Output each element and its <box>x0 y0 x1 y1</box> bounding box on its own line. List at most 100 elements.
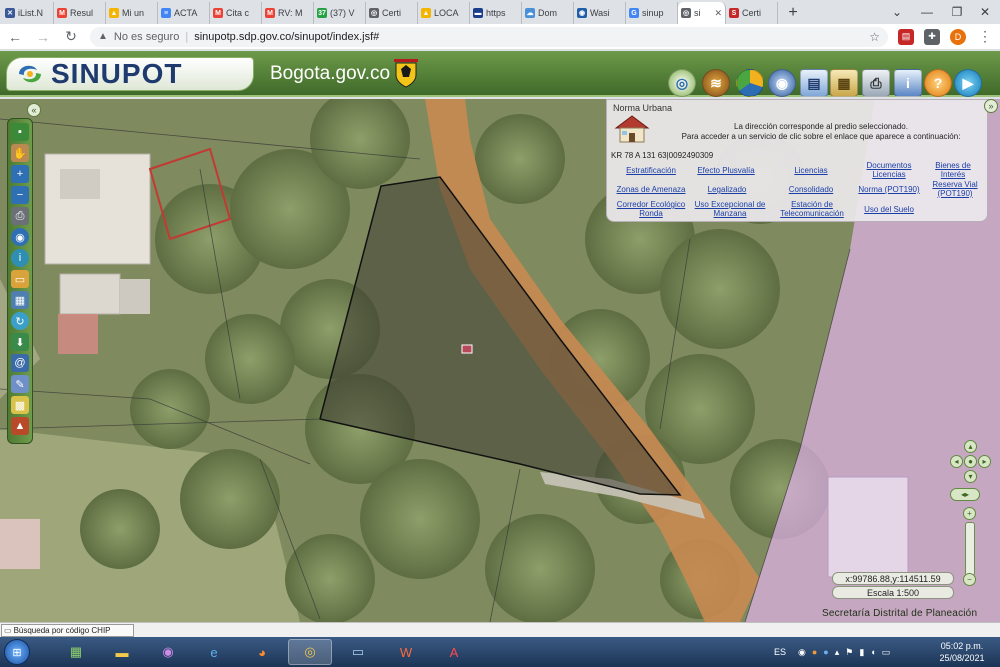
url-omnibox[interactable]: ▲ No es seguro | sinupotp.sdp.gov.co/sin… <box>90 26 888 47</box>
maximize-icon[interactable]: ❐ <box>942 0 972 24</box>
email-icon[interactable]: @ <box>11 354 29 372</box>
bogota-portal-link[interactable]: Bogota.gov.co <box>270 63 390 85</box>
legend-icon[interactable]: ▲ <box>11 417 29 435</box>
extensions-puzzle-icon[interactable]: ✚ <box>924 28 940 45</box>
profile-avatar[interactable]: D <box>950 28 966 45</box>
taskbar-explorer-icon[interactable]: ▬ <box>100 639 144 665</box>
zoom-in-button-icon[interactable]: + <box>963 507 976 520</box>
overview-map-icon[interactable]: ▩ <box>11 396 29 414</box>
link-reserva-vial[interactable]: Reserva Vial (POT190) <box>927 180 983 198</box>
link-bienes-interes[interactable]: Bienes de Interés <box>927 161 979 179</box>
link-documentos-licencias[interactable]: Documentos Licencias <box>857 161 921 179</box>
zoom-in-icon[interactable]: + <box>11 165 29 183</box>
taskbar-media-icon[interactable]: ◉ <box>146 639 190 665</box>
browser-tab[interactable]: S Certi <box>726 2 778 24</box>
taskbar-ie-icon[interactable]: e <box>192 639 236 665</box>
taskbar-acrobat-icon[interactable]: A <box>432 639 476 665</box>
tray-network-icon[interactable]: ▮ <box>859 647 864 658</box>
tray-app-icon[interactable]: ◉ <box>798 647 806 658</box>
browser-tab[interactable]: ▬ https <box>470 2 522 24</box>
browser-tab[interactable]: M Cita c <box>210 2 262 24</box>
tray-volume-icon[interactable]: ◖ <box>870 647 875 657</box>
browser-tab[interactable]: ≡ ACTA <box>158 2 210 24</box>
browser-tab[interactable]: ✕ iList.N <box>2 2 54 24</box>
taskbar-firefox-icon[interactable]: ◕ <box>240 639 284 665</box>
browser-tab[interactable]: 37 (37) V <box>314 2 366 24</box>
collapse-left-toolbar-icon[interactable]: « <box>27 103 41 117</box>
browser-tab[interactable]: ◎ si ✕ <box>678 2 726 24</box>
measure-area-icon[interactable]: ▦ <box>11 291 29 309</box>
pan-hand-icon[interactable]: ✋ <box>11 144 29 162</box>
chip-search-box[interactable]: ▭ Búsqueda por código CHIP <box>1 624 134 637</box>
bookmark-star-icon[interactable]: ☆ <box>869 30 880 44</box>
documents-icon[interactable]: ▤ <box>800 69 828 97</box>
previous-extent-icon[interactable]: ▭ <box>11 270 29 288</box>
identify-info-icon[interactable]: i <box>11 249 29 267</box>
tray-chevron-icon[interactable]: ▴ <box>835 647 840 658</box>
browser-tab[interactable]: ◉ Wasi <box>574 2 626 24</box>
reload-icon[interactable]: ↻ <box>62 28 80 46</box>
back-arrow-icon[interactable]: ← <box>6 28 24 46</box>
taskbar-clock[interactable]: 05:02 p.m. 25/08/2021 <box>932 640 992 664</box>
taskbar-photos-icon[interactable]: ▭ <box>336 639 380 665</box>
language-indicator[interactable]: ES <box>774 637 786 667</box>
refresh-map-icon[interactable]: ↻ <box>11 312 29 330</box>
select-tool-icon[interactable]: ▪ <box>11 123 29 141</box>
print-map-icon[interactable]: ⎙ <box>11 207 29 225</box>
tray-orange-icon[interactable]: ● <box>812 647 817 657</box>
tray-display-icon[interactable]: ▭ <box>882 647 891 658</box>
link-estacion-telecom[interactable]: Estación de Telecomunicación <box>775 200 849 218</box>
taskbar-chrome-icon[interactable]: ◎ <box>288 639 332 665</box>
play-next-icon[interactable]: ▶ <box>954 69 982 97</box>
browser-tab[interactable]: Gsinup <box>626 2 678 24</box>
pdf-extension-icon[interactable]: ▤ <box>898 28 914 45</box>
print-icon[interactable]: ⎙ <box>862 69 890 97</box>
minimize-icon[interactable]: — <box>912 0 942 24</box>
new-tab-icon[interactable]: + <box>782 2 804 24</box>
browser-tab[interactable]: ☁ Dom <box>522 2 574 24</box>
link-estratificacion[interactable]: Estratificación <box>621 166 681 175</box>
info-icon[interactable]: i <box>894 69 922 97</box>
browser-tab[interactable]: M RV: M <box>262 2 314 24</box>
tab-search-icon[interactable]: ⌄ <box>882 0 912 24</box>
browser-menu-icon[interactable]: ⋮ <box>976 28 994 46</box>
parcel-marker-icon[interactable] <box>461 344 473 354</box>
link-uso-excepcional[interactable]: Uso Excepcional de Manzana <box>691 200 769 218</box>
pan-north-icon[interactable]: ▴ <box>964 440 977 453</box>
full-extent-globe-icon[interactable]: ◉ <box>11 228 29 246</box>
zoom-out-button-icon[interactable]: − <box>963 573 976 586</box>
search-globe-icon[interactable]: ◉ <box>768 69 796 97</box>
statistics-pie-icon[interactable] <box>736 69 764 97</box>
map-icon[interactable]: ▦ <box>830 69 858 97</box>
download-icon[interactable]: ⬇ <box>11 333 29 351</box>
taskbar-winrar-icon[interactable]: W <box>384 639 428 665</box>
browser-tab[interactable]: ▲ Mi un <box>106 2 158 24</box>
tab-close-icon[interactable]: ✕ <box>714 8 722 19</box>
windows-start-icon[interactable]: ⊞ <box>4 639 30 665</box>
zoom-slider[interactable] <box>965 522 975 576</box>
previous-next-extent-icon[interactable]: ◂▸ <box>950 488 980 501</box>
link-zonas-amenaza[interactable]: Zonas de Amenaza <box>611 185 691 194</box>
pan-center-icon[interactable]: ● <box>964 455 977 468</box>
link-consolidado[interactable]: Consolidado <box>781 185 841 194</box>
pan-east-icon[interactable]: ▸ <box>978 455 991 468</box>
map-viewport[interactable]: Norma Urbana La dirección corresponde al… <box>0 99 1000 622</box>
measure-ruler-icon[interactable]: ✎ <box>11 375 29 393</box>
browser-tab[interactable]: M Resul <box>54 2 106 24</box>
help-icon[interactable]: ? <box>924 69 952 97</box>
link-uso-suelo[interactable]: Uso del Suelo <box>859 205 919 214</box>
tray-blue-icon[interactable]: ● <box>823 647 828 657</box>
layers-icon[interactable]: ≋ <box>702 69 730 97</box>
pan-south-icon[interactable]: ▾ <box>964 470 977 483</box>
link-norma-pot190[interactable]: Norma (POT190) <box>855 185 923 194</box>
link-corredor-ecologico[interactable]: Corredor Ecológico Ronda <box>611 200 691 218</box>
link-efecto-plusvalia[interactable]: Efecto Plusvalía <box>691 166 761 175</box>
link-legalizado[interactable]: Legalizado <box>701 185 753 194</box>
pan-west-icon[interactable]: ◂ <box>950 455 963 468</box>
link-licencias[interactable]: Licencias <box>781 166 841 175</box>
sinupot-home-icon[interactable]: ◎ <box>668 69 696 97</box>
collapse-right-panel-icon[interactable]: » <box>984 99 998 113</box>
forward-arrow-icon[interactable]: → <box>34 28 52 46</box>
browser-tab[interactable]: ◎ Certi <box>366 2 418 24</box>
url-text[interactable]: sinupotp.sdp.gov.co/sinupot/index.jsf# <box>194 31 379 43</box>
